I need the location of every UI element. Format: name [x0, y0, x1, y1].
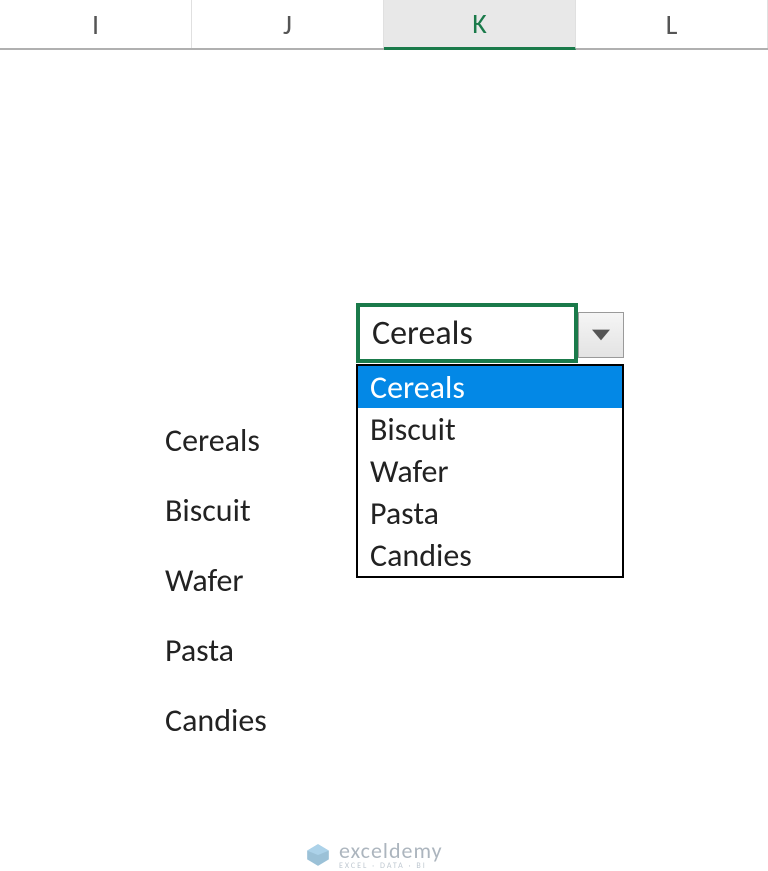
cell-j-row1[interactable]: Cereals [165, 405, 267, 475]
watermark-tagline: EXCEL · DATA · BI [339, 862, 443, 870]
source-data-list: Cereals Biscuit Wafer Pasta Candies [165, 405, 267, 755]
dropdown-option-biscuit[interactable]: Biscuit [358, 408, 622, 450]
cell-j-row4[interactable]: Pasta [165, 615, 267, 685]
dropdown-option-pasta[interactable]: Pasta [358, 492, 622, 534]
grid-area[interactable]: Cereals Biscuit Wafer Pasta Candies Cere… [0, 50, 768, 870]
cell-j-row2[interactable]: Biscuit [165, 475, 267, 545]
watermark-name: exceldemy [339, 840, 443, 862]
dropdown-option-wafer[interactable]: Wafer [358, 450, 622, 492]
active-cell-k[interactable]: Cereals [356, 303, 578, 363]
column-header-j[interactable]: J [192, 0, 384, 48]
cell-j-row3[interactable]: Wafer [165, 545, 267, 615]
dropdown-option-cereals[interactable]: Cereals [358, 366, 622, 408]
dropdown-arrow-button[interactable] [578, 312, 624, 358]
watermark: exceldemy EXCEL · DATA · BI [305, 840, 443, 870]
chevron-down-icon [592, 329, 610, 341]
exceldemy-logo-icon [305, 842, 331, 868]
column-header-row: I J K L [0, 0, 768, 50]
watermark-text: exceldemy EXCEL · DATA · BI [339, 840, 443, 870]
column-header-k[interactable]: K [384, 0, 576, 50]
dropdown-option-candies[interactable]: Candies [358, 534, 622, 576]
column-header-i[interactable]: I [0, 0, 192, 48]
data-validation-dropdown[interactable]: Cereals Biscuit Wafer Pasta Candies [356, 364, 624, 578]
column-header-l[interactable]: L [576, 0, 768, 48]
cell-j-row5[interactable]: Candies [165, 685, 267, 755]
